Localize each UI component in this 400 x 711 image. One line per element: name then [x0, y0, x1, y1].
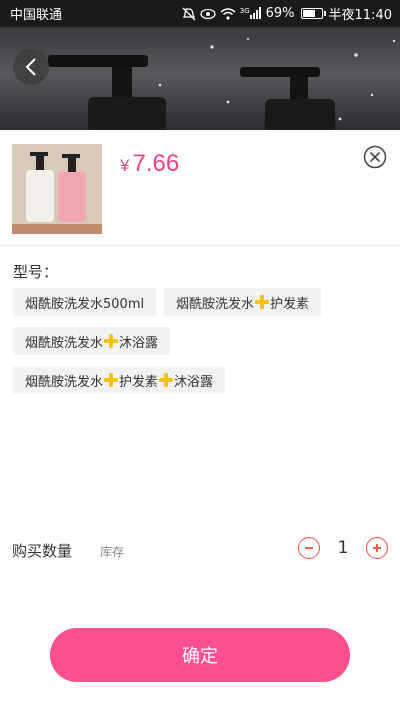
- confirm-button[interactable]: 确定: [50, 628, 350, 682]
- sku-selection-sheet: ¥7.66 型号： 烟酰胺洗发水500ml 烟酰胺洗发水 护发素 烟酰胺洗发水 沐浴…: [0, 130, 400, 711]
- spec-option-shampoo-conditioner-bodywash[interactable]: 烟酰胺洗发水 护发素 沐浴露: [13, 366, 226, 394]
- plus-icon: [373, 544, 381, 552]
- spec-option-shampoo-bodywash[interactable]: 烟酰胺洗发水 沐浴露: [13, 327, 171, 355]
- clock: 半夜11:40: [328, 8, 392, 23]
- spec-option-part: 烟酰胺洗发水: [25, 335, 104, 351]
- divider: [0, 245, 400, 246]
- currency-symbol: ¥: [120, 156, 130, 175]
- spec-option-shampoo-conditioner[interactable]: 烟酰胺洗发水 护发素: [164, 288, 322, 316]
- quantity-label: 购买数量: [12, 542, 73, 560]
- battery-level: [302, 10, 315, 17]
- quantity-increase-button[interactable]: [366, 537, 388, 559]
- spec-option-part: 烟酰胺洗发水: [25, 374, 104, 390]
- close-button[interactable]: [363, 145, 387, 169]
- battery-icon: [300, 8, 326, 19]
- plus-icon: [255, 295, 270, 309]
- spec-option-part: 护发素: [270, 296, 310, 312]
- mute-icon: [182, 7, 196, 21]
- spec-option-shampoo-500ml[interactable]: 烟酰胺洗发水500ml: [13, 288, 157, 316]
- minus-icon: [305, 547, 313, 549]
- spec-label: 型号：: [13, 263, 59, 281]
- spec-option-part: 沐浴露: [119, 335, 159, 351]
- battery-percent: 69%: [265, 6, 295, 21]
- eye-icon: [200, 7, 216, 21]
- product-thumbnail: [12, 144, 102, 234]
- confirm-label: 确定: [182, 646, 218, 667]
- spec-option-part: 沐浴露: [174, 374, 214, 390]
- plus-icon: [104, 373, 119, 387]
- wifi-icon: [220, 7, 236, 21]
- spec-option-part: 烟酰胺洗发水: [176, 296, 255, 312]
- back-icon: [25, 58, 36, 76]
- quantity-decrease-button[interactable]: [298, 537, 320, 559]
- price-value: 7.66: [132, 150, 180, 177]
- stock-label: 库存: [100, 545, 125, 559]
- close-icon: [363, 145, 387, 169]
- product-price: ¥7.66: [120, 150, 179, 178]
- plus-icon: [159, 373, 174, 387]
- network-type: 3G: [239, 6, 250, 15]
- back-button[interactable]: [13, 49, 49, 85]
- spec-option-part: 护发素: [119, 374, 159, 390]
- plus-icon: [104, 334, 119, 348]
- spec-option-label: 烟酰胺洗发水500ml: [25, 296, 145, 312]
- signal-icon: 3G: [239, 6, 262, 21]
- carrier-name: 中国联通: [10, 8, 63, 23]
- status-bar: 中国联通 3G 69% 半夜11:40: [0, 0, 400, 27]
- quantity-value[interactable]: 1: [336, 538, 350, 558]
- product-photo-art: [48, 38, 396, 130]
- product-photo-banner: [0, 27, 400, 130]
